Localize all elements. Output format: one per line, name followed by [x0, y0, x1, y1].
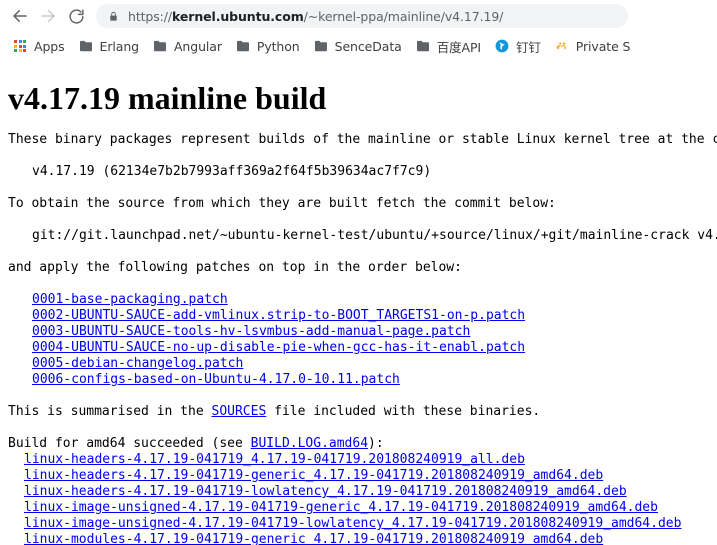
bookmark-angular[interactable]: Angular	[146, 35, 229, 57]
git-clone-line: git://git.launchpad.net/~ubuntu-kernel-t…	[32, 228, 717, 244]
bookmark-python[interactable]: Python	[229, 35, 307, 57]
browser-toolbar: https://kernel.ubuntu.com/~kernel-ppa/ma…	[0, 0, 717, 32]
build-suffix: ):	[368, 436, 384, 452]
folder-icon	[236, 39, 250, 53]
bookmark-sencedata[interactable]: SenceData	[307, 35, 409, 57]
bookmark-baidu-api[interactable]: 百度API	[409, 35, 488, 57]
address-bar[interactable]: https://kernel.ubuntu.com/~kernel-ppa/ma…	[96, 4, 628, 28]
bookmark-label: 钉钉	[515, 39, 541, 55]
build-status-line: Build for amd64 succeeded (see BUILD.LOG…	[8, 436, 709, 452]
deb-link[interactable]: linux-headers-4.17.19-041719-generic_4.1…	[24, 468, 603, 483]
dingtalk-icon	[495, 39, 509, 53]
reload-icon	[68, 8, 85, 25]
patches-prompt: and apply the following patches on top i…	[8, 260, 462, 276]
bookmark-label: 百度API	[436, 39, 481, 55]
url-scheme: https://	[128, 8, 173, 24]
forward-button[interactable]	[34, 2, 62, 30]
folder-icon	[416, 39, 430, 53]
bookmark-label: Angular	[173, 38, 222, 54]
folder-icon	[79, 39, 93, 53]
deb-link[interactable]: linux-headers-4.17.19-041719-lowlatency_…	[24, 484, 627, 499]
back-arrow-icon	[11, 7, 29, 25]
sources-link[interactable]: SOURCES	[212, 404, 267, 419]
back-button[interactable]	[6, 2, 34, 30]
patch-link[interactable]: 0004-UBUNTU-SAUCE-no-up-disable-pie-when…	[32, 340, 525, 355]
url-host: kernel.ubuntu.com	[172, 8, 304, 24]
sources-suffix: file included with these binaries.	[266, 404, 541, 420]
source-prompt: To obtain the source from which they are…	[8, 196, 556, 212]
bookmarks-bar: Apps Erlang Angular Python SenceData 百度A…	[0, 32, 717, 60]
reload-button[interactable]	[62, 2, 90, 30]
folder-icon	[153, 39, 167, 53]
deb-link[interactable]: linux-modules-4.17.19-041719-generic_4.1…	[24, 532, 603, 545]
bookmark-dingtalk[interactable]: 钉钉	[488, 35, 548, 57]
patch-link-list: 0001-base-packaging.patch 0002-UBUNTU-SA…	[8, 292, 709, 388]
private-server-icon	[555, 39, 569, 53]
url-path: /~kernel-ppa/mainline/v4.17.19/	[303, 8, 504, 24]
browser-chrome: https://kernel.ubuntu.com/~kernel-ppa/ma…	[0, 0, 717, 60]
bookmark-label: Private S	[575, 38, 631, 54]
build-log-link[interactable]: BUILD.LOG.amd64	[251, 436, 368, 451]
patch-link[interactable]: 0002-UBUNTU-SAUCE-add-vmlinux.strip-to-B…	[32, 308, 525, 323]
folder-icon	[314, 39, 328, 53]
bookmark-label: Erlang	[99, 38, 140, 54]
intro-paragraph: These binary packages represent builds o…	[8, 132, 717, 148]
bookmark-private-server[interactable]: Private S	[548, 35, 638, 57]
patch-link[interactable]: 0003-UBUNTU-SAUCE-tools-hv-lsvmbus-add-m…	[32, 324, 470, 339]
page-title: v4.17.19 mainline build	[8, 80, 327, 116]
sources-prefix: This is summarised in the	[8, 404, 212, 420]
patch-link[interactable]: 0005-debian-changelog.patch	[32, 356, 243, 371]
apps-grid-icon	[13, 39, 27, 53]
page-content: v4.17.19 mainline build These binary pac…	[0, 60, 717, 545]
sources-summary-line: This is summarised in the SOURCES file i…	[8, 404, 709, 420]
deb-package-list: linux-headers-4.17.19-041719_4.17.19-041…	[8, 452, 709, 545]
url-text: https://kernel.ubuntu.com/~kernel-ppa/ma…	[128, 9, 503, 24]
patch-link[interactable]: 0006-configs-based-on-Ubuntu-4.17.0-10.1…	[32, 372, 400, 387]
bookmark-apps[interactable]: Apps	[6, 35, 72, 57]
lock-icon	[108, 10, 119, 23]
deb-link[interactable]: linux-headers-4.17.19-041719_4.17.19-041…	[24, 452, 525, 467]
deb-link[interactable]: linux-image-unsigned-4.17.19-041719-lowl…	[24, 516, 681, 531]
build-prefix: Build for amd64 succeeded (see	[8, 436, 251, 452]
forward-arrow-icon	[39, 7, 57, 25]
version-line: v4.17.19 (62134e7b2b7993aff369a2f64f5b39…	[32, 164, 432, 180]
deb-link[interactable]: linux-image-unsigned-4.17.19-041719-gene…	[24, 500, 658, 515]
bookmark-label: Python	[256, 38, 300, 54]
patch-link[interactable]: 0001-base-packaging.patch	[32, 292, 228, 307]
bookmark-erlang[interactable]: Erlang	[72, 35, 146, 57]
bookmark-label: Apps	[34, 38, 65, 54]
bookmark-label: SenceData	[334, 38, 402, 54]
